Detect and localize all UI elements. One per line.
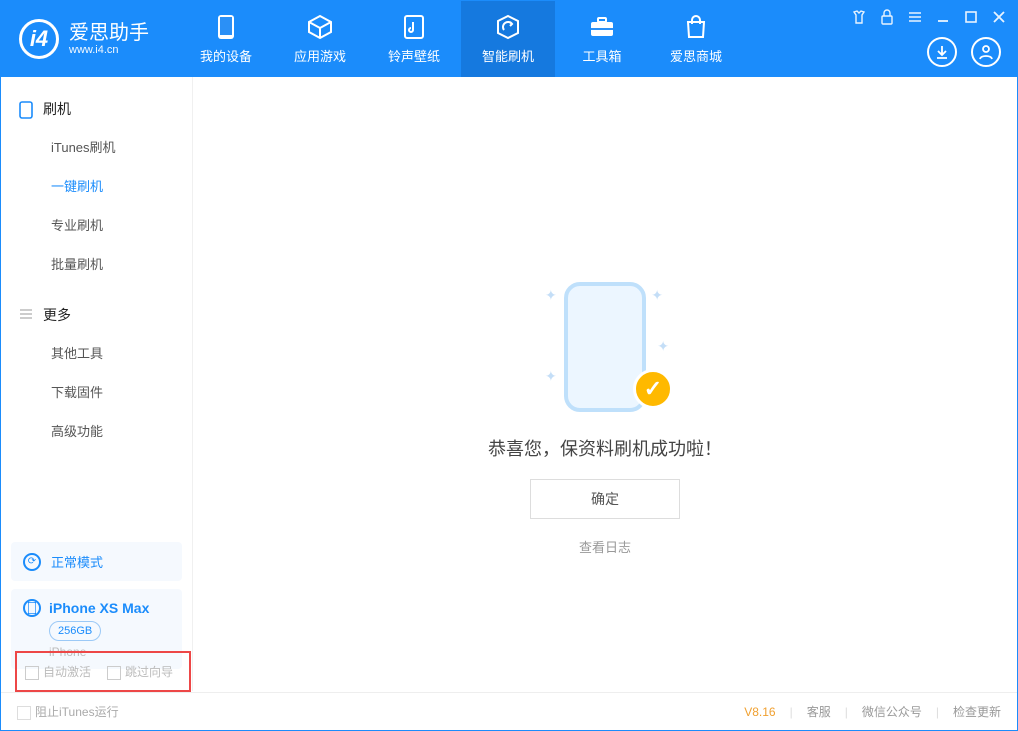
phone-icon [213, 14, 239, 40]
section-label: 刷机 [43, 99, 71, 119]
main-panel: ✦ ✦ ✦ ✦ ✓ 恭喜您，保资料刷机成功啦！ 确定 查看日志 [193, 77, 1017, 691]
app-site: www.i4.cn [69, 44, 149, 56]
window-controls [851, 9, 1007, 25]
ok-button[interactable]: 确定 [530, 479, 680, 519]
check-badge-icon: ✓ [633, 369, 673, 409]
flash-options-box: 自动激活 跳过向导 [15, 651, 191, 692]
maximize-icon[interactable] [963, 9, 979, 25]
tab-label: 爱思商城 [670, 46, 722, 65]
wechat-link[interactable]: 微信公众号 [862, 703, 922, 720]
tab-label: 铃声壁纸 [388, 46, 440, 65]
block-itunes-checkbox[interactable]: 阻止iTunes运行 [17, 703, 119, 720]
success-illustration: ✦ ✦ ✦ ✦ ✓ [545, 277, 665, 417]
tab-ringtones[interactable]: 铃声壁纸 [367, 1, 461, 77]
menu-icon[interactable] [907, 9, 923, 25]
tab-label: 智能刷机 [482, 46, 534, 65]
tab-label: 我的设备 [200, 46, 252, 65]
content-area: 刷机 iTunes刷机 一键刷机 专业刷机 批量刷机 更多 其他工具 下载固件 … [1, 77, 1017, 691]
sync-icon: ⟳ [23, 553, 41, 571]
sidebar-item-download-fw[interactable]: 下载固件 [1, 372, 192, 411]
success-block: ✦ ✦ ✦ ✦ ✓ 恭喜您，保资料刷机成功啦！ 确定 查看日志 [193, 277, 1017, 556]
version-label: V8.16 [744, 705, 775, 719]
close-icon[interactable] [991, 9, 1007, 25]
checkbox-label: 跳过向导 [125, 665, 173, 679]
main-tabs: 我的设备 应用游戏 铃声壁纸 智能刷机 工具箱 爱思商城 [179, 1, 743, 77]
mode-card[interactable]: ⟳ 正常模式 [11, 542, 182, 581]
status-bar: 阻止iTunes运行 V8.16 | 客服 | 微信公众号 | 检查更新 [1, 692, 1017, 730]
bag-icon [683, 14, 709, 40]
status-right: V8.16 | 客服 | 微信公众号 | 检查更新 [744, 703, 1001, 720]
shirt-icon[interactable] [851, 9, 867, 25]
checkbox-label: 自动激活 [43, 665, 91, 679]
checkbox-label: 阻止iTunes运行 [35, 705, 119, 719]
minimize-icon[interactable] [935, 9, 951, 25]
briefcase-icon [589, 14, 615, 40]
status-left: 阻止iTunes运行 [17, 703, 119, 720]
download-badge-icon[interactable] [927, 37, 957, 67]
tab-label: 工具箱 [582, 46, 621, 65]
sidebar-item-oneclick-flash[interactable]: 一键刷机 [1, 166, 192, 205]
sidebar-item-other-tools[interactable]: 其他工具 [1, 333, 192, 372]
hexagon-sync-icon [495, 14, 521, 40]
phone-outline-icon [19, 101, 35, 117]
tab-apps[interactable]: 应用游戏 [273, 1, 367, 77]
lock-icon[interactable] [879, 9, 895, 25]
tab-store[interactable]: 爱思商城 [649, 1, 743, 77]
sidebar-item-pro-flash[interactable]: 专业刷机 [1, 205, 192, 244]
app-logo: i4 爱思助手 www.i4.cn [1, 1, 167, 77]
app-header: i4 爱思助手 www.i4.cn 我的设备 应用游戏 铃声壁纸 智能刷机 工具… [1, 1, 1017, 77]
tab-my-device[interactable]: 我的设备 [179, 1, 273, 77]
cube-icon [307, 14, 333, 40]
tab-smart-flash[interactable]: 智能刷机 [461, 1, 555, 77]
sparkle-icon: ✦ [651, 287, 663, 304]
success-message: 恭喜您，保资料刷机成功啦！ [488, 435, 722, 461]
sidebar-item-advanced[interactable]: 高级功能 [1, 411, 192, 450]
list-icon [19, 307, 35, 323]
separator: | [790, 705, 793, 719]
separator: | [845, 705, 848, 719]
auto-activate-checkbox[interactable]: 自动激活 [25, 663, 91, 680]
view-log-link[interactable]: 查看日志 [579, 537, 631, 556]
sidebar-section-more: 更多 [1, 297, 192, 333]
sidebar-item-itunes-flash[interactable]: iTunes刷机 [1, 127, 192, 166]
sidebar: 刷机 iTunes刷机 一键刷机 专业刷机 批量刷机 更多 其他工具 下载固件 … [1, 77, 193, 691]
separator: | [936, 705, 939, 719]
tab-label: 应用游戏 [294, 46, 346, 65]
sparkle-icon: ✦ [657, 338, 669, 355]
header-right-badges [927, 37, 1001, 67]
sidebar-item-batch-flash[interactable]: 批量刷机 [1, 244, 192, 283]
logo-text: 爱思助手 www.i4.cn [69, 22, 149, 56]
section-label: 更多 [43, 305, 71, 325]
sparkle-icon: ✦ [545, 368, 557, 385]
device-icon [23, 599, 41, 617]
sidebar-section-flash: 刷机 [1, 91, 192, 127]
check-update-link[interactable]: 检查更新 [953, 703, 1001, 720]
device-name: iPhone XS Max [49, 600, 149, 616]
user-badge-icon[interactable] [971, 37, 1001, 67]
app-name: 爱思助手 [69, 22, 149, 44]
music-file-icon [401, 14, 427, 40]
tab-toolbox[interactable]: 工具箱 [555, 1, 649, 77]
support-link[interactable]: 客服 [807, 703, 831, 720]
logo-icon: i4 [19, 19, 59, 59]
sparkle-icon: ✦ [545, 287, 557, 304]
skip-wizard-checkbox[interactable]: 跳过向导 [107, 663, 173, 680]
device-storage: 256GB [49, 621, 101, 641]
mode-label: 正常模式 [51, 552, 103, 571]
